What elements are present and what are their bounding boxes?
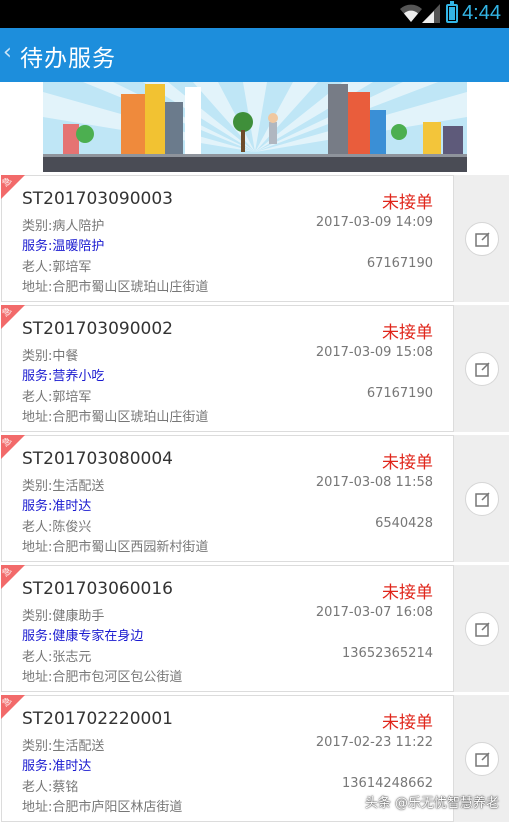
edit-button[interactable]	[465, 482, 499, 516]
order-status: 未接单	[382, 323, 433, 343]
order-status: 未接单	[382, 453, 433, 473]
order-category: 类别:中餐	[22, 349, 79, 364]
order-category: 类别:生活配送	[22, 479, 105, 494]
order-address: 地址:合肥市蜀山区琥珀山庄街道	[22, 280, 209, 295]
city-banner-illustration	[43, 82, 467, 172]
order-phone: 67167190	[366, 256, 433, 271]
clock: 4:44	[462, 2, 501, 24]
order-datetime: 2017-03-08 11:58	[315, 475, 433, 490]
order-service: 服务:准时达	[22, 759, 92, 774]
order-id: ST201703060016	[22, 579, 173, 599]
order-elder: 老人:张志元	[22, 650, 92, 665]
order-service: 服务:营养小吃	[22, 369, 105, 384]
signal-icon	[422, 4, 440, 23]
order-category: 类别:生活配送	[22, 739, 105, 754]
order-card[interactable]: 急 ST201703060016 未接单 类别:健康助手 2017-03-07 …	[0, 565, 509, 692]
order-datetime: 2017-02-23 11:22	[315, 735, 433, 750]
order-phone: 67167190	[366, 386, 433, 401]
edit-button[interactable]	[465, 352, 499, 386]
order-elder: 老人:陈俊兴	[22, 520, 92, 535]
order-card[interactable]: 急 ST201703090002 未接单 类别:中餐 2017-03-09 15…	[0, 305, 509, 432]
order-address: 地址:合肥市庐阳区林店街道	[22, 800, 183, 815]
order-datetime: 2017-03-07 16:08	[315, 605, 433, 620]
order-address: 地址:合肥市包河区包公街道	[22, 670, 183, 685]
edit-button[interactable]	[465, 612, 499, 646]
order-id: ST201703090002	[22, 319, 173, 339]
order-phone: 6540428	[375, 516, 433, 531]
wifi-icon	[400, 4, 422, 22]
order-service: 服务:准时达	[22, 499, 92, 514]
edit-icon	[475, 492, 490, 507]
back-chevron-icon[interactable]: ‹	[3, 40, 12, 65]
order-datetime: 2017-03-09 14:09	[315, 215, 433, 230]
order-elder: 老人:蔡铭	[22, 780, 79, 795]
order-service: 服务:温暖陪护	[22, 239, 105, 254]
order-id: ST201702220001	[22, 709, 173, 729]
order-category: 类别:病人陪护	[22, 219, 105, 234]
order-service: 服务:健康专家在身边	[22, 629, 144, 644]
order-id: ST201703080004	[22, 449, 173, 469]
order-datetime: 2017-03-09 15:08	[315, 345, 433, 360]
edit-icon	[475, 622, 490, 637]
edit-button[interactable]	[465, 222, 499, 256]
order-phone: 13614248662	[342, 776, 433, 791]
status-bar: 4:44	[0, 0, 509, 28]
edit-button[interactable]	[465, 742, 499, 776]
order-status: 未接单	[382, 713, 433, 733]
order-address: 地址:合肥市蜀山区琥珀山庄街道	[22, 410, 209, 425]
watermark: 头条 @乐无忧智慧养老	[364, 796, 499, 811]
page-title: 待办服务	[20, 46, 116, 72]
battery-icon	[446, 1, 458, 23]
app-bar: ‹ 待办服务	[0, 28, 509, 82]
order-phone: 13652365214	[342, 646, 433, 661]
order-category: 类别:健康助手	[22, 609, 105, 624]
order-card[interactable]: 急 ST201703080004 未接单 类别:生活配送 2017-03-08 …	[0, 435, 509, 562]
order-id: ST201703090003	[22, 189, 173, 209]
order-elder: 老人:郭培军	[22, 260, 92, 275]
order-status: 未接单	[382, 193, 433, 213]
order-address: 地址:合肥市蜀山区西园新村街道	[22, 540, 209, 555]
order-status: 未接单	[382, 583, 433, 603]
order-elder: 老人:郭培军	[22, 390, 92, 405]
edit-icon	[475, 362, 490, 377]
edit-icon	[475, 752, 490, 767]
order-card[interactable]: 急 ST201703090003 未接单 类别:病人陪护 2017-03-09 …	[0, 175, 509, 302]
edit-icon	[475, 232, 490, 247]
